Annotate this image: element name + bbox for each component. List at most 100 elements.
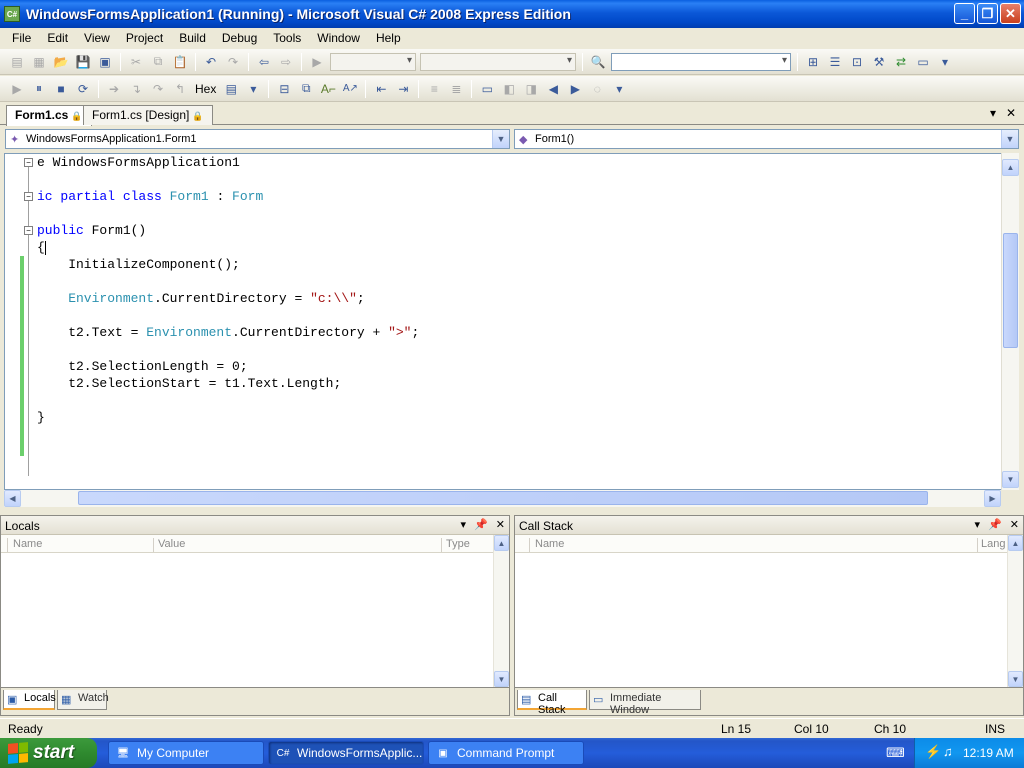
previous-bookmark-icon[interactable]: ◧ bbox=[500, 80, 518, 98]
type-selector-dropdown[interactable]: ✦ WindowsFormsApplication1.Form1 ▼ bbox=[5, 129, 510, 149]
step-over-icon[interactable]: ↷ bbox=[149, 80, 167, 98]
toggle-bookmark-icon[interactable]: ▭ bbox=[478, 80, 496, 98]
editor-vertical-scrollbar[interactable]: ▲ ▼ bbox=[1001, 153, 1019, 490]
find-combo[interactable] bbox=[611, 52, 791, 71]
restore-button[interactable]: ❐ bbox=[977, 3, 998, 24]
scroll-up-icon[interactable]: ▲ bbox=[494, 535, 509, 551]
close-icon[interactable]: ✕ bbox=[1010, 518, 1019, 531]
previous-bookmark-in-folder-icon[interactable]: ◀ bbox=[544, 80, 562, 98]
keyboard-icon[interactable]: ⌨ bbox=[886, 745, 905, 761]
redo-icon[interactable]: ↷ bbox=[224, 53, 242, 71]
scroll-thumb[interactable] bbox=[78, 491, 928, 505]
column-value[interactable]: Value bbox=[158, 538, 185, 550]
scroll-down-icon[interactable]: ▼ bbox=[1008, 671, 1023, 687]
navigate-forward-icon[interactable]: ⇨ bbox=[277, 53, 295, 71]
locals-vertical-scrollbar[interactable]: ▲ ▼ bbox=[493, 535, 509, 687]
editor-horizontal-scrollbar[interactable]: ◀ ▶ bbox=[4, 490, 1001, 507]
cut-icon[interactable]: ✂ bbox=[127, 53, 145, 71]
active-files-dropdown-icon[interactable]: ▾ bbox=[990, 106, 996, 120]
clear-bookmarks-icon[interactable]: ◌ bbox=[588, 80, 606, 98]
pin-icon[interactable]: 📌 bbox=[474, 518, 488, 531]
tab-form1-cs[interactable]: Form1.cs 🔒 bbox=[6, 105, 92, 126]
close-document-icon[interactable]: ✕ bbox=[1006, 106, 1016, 120]
window-layout-icon[interactable]: ▭ bbox=[914, 53, 932, 71]
navigate-backward-icon[interactable]: ⇦ bbox=[255, 53, 273, 71]
step-out-icon[interactable]: ↰ bbox=[171, 80, 189, 98]
show-next-statement-icon[interactable]: ➔ bbox=[105, 80, 123, 98]
collapse-namespace-toggle[interactable]: − bbox=[24, 158, 33, 167]
pin-icon[interactable]: 📌 bbox=[988, 518, 1002, 531]
restart-icon[interactable]: ⟳ bbox=[74, 80, 92, 98]
display-parameter-info-icon[interactable]: ⧉ bbox=[297, 80, 315, 98]
display-word-completion-icon[interactable]: A↗ bbox=[341, 80, 359, 98]
scroll-thumb[interactable] bbox=[1003, 233, 1018, 348]
save-all-icon[interactable]: ▣ bbox=[96, 53, 114, 71]
menu-tools[interactable]: Tools bbox=[265, 31, 309, 45]
object-browser-icon[interactable]: ⊡ bbox=[848, 53, 866, 71]
call-stack-vertical-scrollbar[interactable]: ▲ ▼ bbox=[1007, 535, 1023, 687]
collapse-class-toggle[interactable]: − bbox=[24, 192, 33, 201]
paste-icon[interactable]: 📋 bbox=[171, 53, 189, 71]
breakpoints-window-icon[interactable]: ▤ bbox=[222, 80, 240, 98]
minimize-button[interactable]: _ bbox=[954, 3, 975, 24]
start-page-icon[interactable]: ⇄ bbox=[892, 53, 910, 71]
open-file-icon[interactable]: 📂 bbox=[52, 53, 70, 71]
display-quick-info-icon[interactable]: A⌐ bbox=[319, 80, 337, 98]
column-name[interactable]: Name bbox=[535, 538, 564, 550]
menu-debug[interactable]: Debug bbox=[214, 31, 265, 45]
close-button[interactable]: ✕ bbox=[1000, 3, 1021, 24]
tab-locals[interactable]: ▣ Locals bbox=[3, 690, 56, 710]
taskbar-item-my-computer[interactable]: 🖥 My Computer bbox=[108, 741, 264, 765]
stop-debugging-icon[interactable]: ■ bbox=[52, 80, 70, 98]
continue-icon[interactable]: ▶ bbox=[8, 80, 26, 98]
toolbox-icon[interactable]: ⚒ bbox=[870, 53, 888, 71]
volume-icon[interactable]: ♫ bbox=[943, 744, 953, 759]
tab-immediate-window[interactable]: ▭ Immediate Window bbox=[589, 690, 701, 716]
add-item-icon[interactable]: ▦ bbox=[30, 53, 48, 71]
next-bookmark-in-folder-icon[interactable]: ▶ bbox=[566, 80, 584, 98]
decrease-indent-icon[interactable]: ⇤ bbox=[372, 80, 390, 98]
menu-help[interactable]: Help bbox=[368, 31, 409, 45]
tab-form1-design[interactable]: Form1.cs [Design] 🔒 bbox=[83, 105, 213, 125]
toolbar-overflow-icon[interactable]: ▾ bbox=[610, 80, 628, 98]
collapse-constructor-toggle[interactable]: − bbox=[24, 226, 33, 235]
clock[interactable]: 12:19 AM bbox=[963, 746, 1014, 760]
properties-window-icon[interactable]: ☰ bbox=[826, 53, 844, 71]
code-editor[interactable]: − − − e WindowsFormsApplication1 ic part… bbox=[4, 153, 1019, 490]
copy-icon[interactable]: ⧉ bbox=[149, 53, 167, 71]
menu-edit[interactable]: Edit bbox=[39, 31, 76, 45]
undo-icon[interactable]: ↶ bbox=[202, 53, 220, 71]
next-bookmark-icon[interactable]: ◨ bbox=[522, 80, 540, 98]
tab-watch[interactable]: ▦ Watch bbox=[57, 690, 109, 710]
find-in-files-icon[interactable]: 🔍 bbox=[589, 53, 607, 71]
step-into-icon[interactable]: ↴ bbox=[127, 80, 145, 98]
uncomment-lines-icon[interactable]: ≣ bbox=[447, 80, 465, 98]
window-position-icon[interactable]: ▾ bbox=[975, 518, 981, 531]
break-all-icon[interactable]: ⏸ bbox=[30, 80, 48, 98]
taskbar-item-visual-studio[interactable]: C# WindowsFormsApplic... bbox=[268, 741, 424, 765]
member-selector-dropdown[interactable]: ◆ Form1() ▼ bbox=[514, 129, 1019, 149]
toolbar-overflow-icon[interactable]: ▾ bbox=[936, 53, 954, 71]
column-type[interactable]: Type bbox=[446, 538, 470, 550]
column-language[interactable]: Lang bbox=[981, 538, 1008, 550]
menu-file[interactable]: File bbox=[4, 31, 39, 45]
window-position-icon[interactable]: ▾ bbox=[461, 518, 467, 531]
display-object-members-icon[interactable]: ⊟ bbox=[275, 80, 293, 98]
increase-indent-icon[interactable]: ⇥ bbox=[394, 80, 412, 98]
close-icon[interactable]: ✕ bbox=[496, 518, 505, 531]
toolbar-overflow-icon[interactable]: ▾ bbox=[244, 80, 262, 98]
scroll-up-icon[interactable]: ▲ bbox=[1008, 535, 1023, 551]
tab-call-stack[interactable]: ▤ Call Stack bbox=[517, 690, 587, 716]
network-icon[interactable]: ⚡ bbox=[925, 744, 941, 760]
menu-view[interactable]: View bbox=[76, 31, 118, 45]
column-name[interactable]: Name bbox=[13, 538, 42, 550]
hex-display-toggle[interactable]: Hex bbox=[191, 82, 220, 96]
scroll-down-icon[interactable]: ▼ bbox=[1002, 471, 1019, 488]
comment-lines-icon[interactable]: ≡ bbox=[425, 80, 443, 98]
menu-project[interactable]: Project bbox=[118, 31, 171, 45]
taskbar-item-command-prompt[interactable]: ▣ Command Prompt bbox=[428, 741, 584, 765]
new-project-icon[interactable]: ▤ bbox=[8, 53, 26, 71]
scroll-up-icon[interactable]: ▲ bbox=[1002, 159, 1019, 176]
menu-build[interactable]: Build bbox=[171, 31, 214, 45]
solution-platform-combo[interactable] bbox=[420, 52, 576, 71]
